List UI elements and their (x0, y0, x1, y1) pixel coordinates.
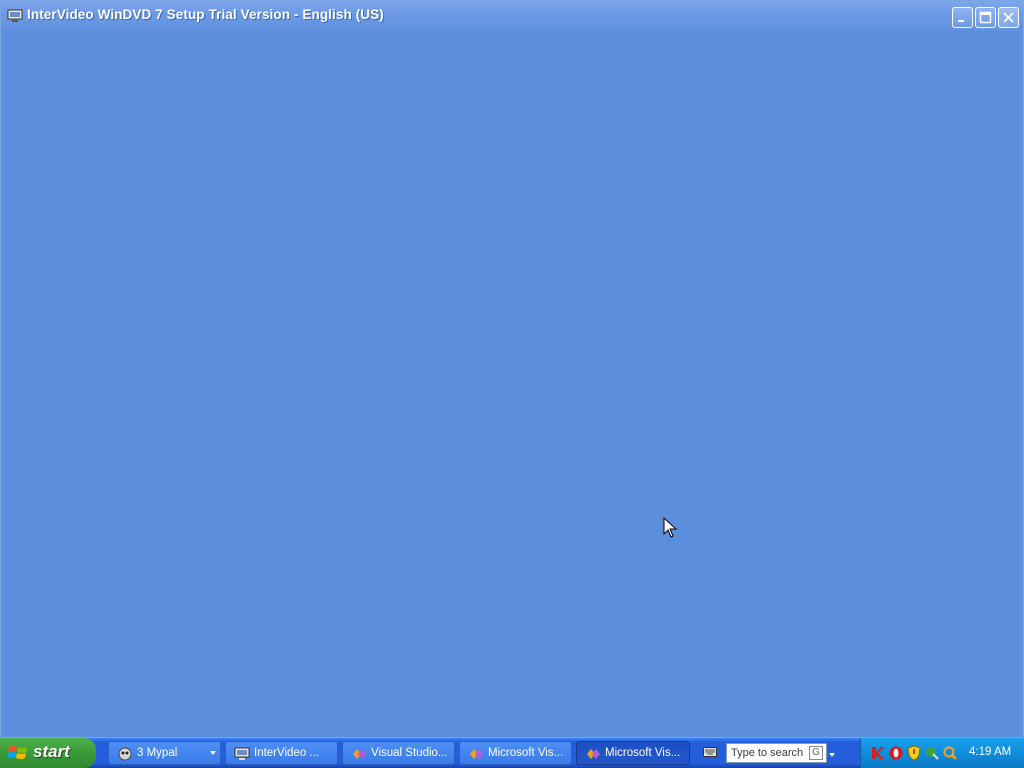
maximize-button[interactable] (975, 7, 996, 28)
setup-window-icon (7, 9, 23, 22)
search-box[interactable]: Type to search G (726, 743, 827, 763)
close-button[interactable] (998, 7, 1019, 28)
minimize-button[interactable] (952, 7, 973, 28)
taskbar-item-label: Microsoft Vis... (605, 747, 681, 759)
opera-icon[interactable] (888, 745, 904, 761)
search-input[interactable]: Type to search (731, 747, 803, 759)
visual-studio-icon (353, 749, 366, 759)
taskbar-item-label: InterVideo ... (254, 747, 319, 759)
mouse-pointer-icon (663, 517, 678, 538)
minimize-icon (958, 20, 964, 22)
clock[interactable]: 4:19 AM (969, 746, 1011, 758)
maximize-icon (979, 11, 992, 24)
title-bar[interactable]: InterVideo WinDVD 7 Setup Trial Version … (1, 1, 1023, 31)
network-icon[interactable] (924, 745, 940, 761)
keyboard-icon[interactable] (703, 746, 717, 758)
windows-logo-icon (8, 746, 27, 759)
chevron-down-icon[interactable] (210, 751, 216, 755)
taskbar-item-mypal[interactable]: 3 Mypal (108, 741, 221, 765)
visual-studio-icon (587, 749, 600, 759)
setup-window-icon (234, 747, 250, 760)
mypal-icon (118, 747, 132, 761)
window-title: InterVideo WinDVD 7 Setup Trial Version … (27, 7, 384, 22)
taskbar: start 3 Mypal InterVideo ... Visual Stud… (0, 738, 1024, 768)
search-tray-icon[interactable] (942, 745, 958, 761)
taskbar-item-microsoft-vis-1[interactable]: Microsoft Vis... (459, 741, 572, 765)
taskbar-item-label: Visual Studio... (371, 747, 448, 759)
taskbar-item-label: Microsoft Vis... (488, 747, 564, 759)
taskbar-item-microsoft-vis-2[interactable]: Microsoft Vis... (576, 741, 690, 765)
start-button[interactable]: start (0, 738, 96, 768)
search-engine-icon[interactable]: G (809, 746, 823, 760)
taskbar-item-label: 3 Mypal (137, 747, 178, 759)
taskbar-item-intervideo[interactable]: InterVideo ... (225, 741, 338, 765)
close-icon (1003, 12, 1014, 23)
start-label: start (33, 742, 70, 761)
search-dropdown-icon[interactable] (829, 753, 835, 757)
setup-window: InterVideo WinDVD 7 Setup Trial Version … (0, 0, 1024, 738)
kaspersky-icon[interactable] (870, 745, 886, 761)
visual-studio-icon (470, 749, 483, 759)
system-tray: 4:19 AM (860, 738, 1024, 768)
security-shield-icon[interactable] (906, 745, 922, 761)
taskbar-item-visual-studio[interactable]: Visual Studio... (342, 741, 455, 765)
